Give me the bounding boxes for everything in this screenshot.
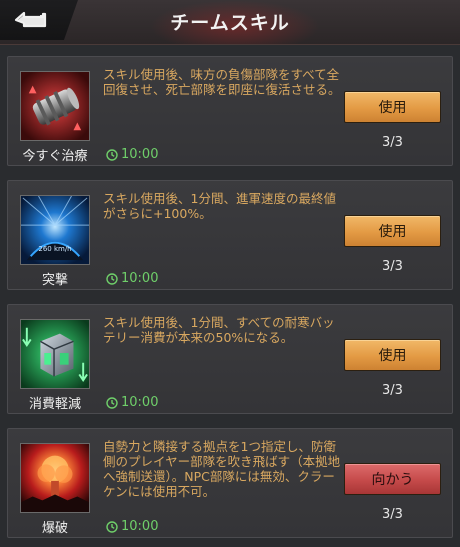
- timer-value: 10:00: [121, 395, 159, 410]
- battery-cube-icon: [20, 319, 90, 389]
- skill-description: 自勢力と隣接する拠点を1つ指定し、防衛側のプレイヤー部隊を吹き飛ばす（本拠地へ強…: [103, 439, 341, 499]
- clock-icon: [106, 396, 118, 409]
- cooldown-timer: 10:00: [106, 395, 158, 410]
- clock-icon: [106, 520, 118, 533]
- skill-name: 今すぐ治療: [22, 149, 88, 164]
- skill-description: スキル使用後、1分間、進軍速度の最終値がさらに+100%。: [103, 191, 336, 221]
- cooldown-timer: 10:00: [106, 147, 158, 162]
- use-button[interactable]: 使用: [344, 215, 441, 247]
- cooldown-timer: 10:00: [106, 271, 158, 286]
- skill-description: スキル使用後、1分間、すべての耐寒バッテリー消費が本来の50%になる。: [103, 315, 335, 345]
- uses-count: 3/3: [382, 259, 403, 274]
- repair-canister-icon: [20, 71, 90, 141]
- page-title: チームスキル: [170, 12, 290, 34]
- timer-value: 10:00: [121, 271, 159, 286]
- clock-icon: [106, 148, 118, 161]
- uses-count: 3/3: [382, 383, 403, 398]
- speedometer-icon: [20, 195, 90, 265]
- speedometer-readout: 260 km/h: [38, 245, 72, 253]
- uses-count: 3/3: [382, 507, 403, 522]
- use-button[interactable]: 使用: [344, 91, 441, 123]
- explosion-icon: [20, 443, 90, 513]
- timer-value: 10:00: [121, 147, 159, 162]
- skill-name: 消費軽減: [28, 397, 81, 412]
- skill-card: 260 km/h 突撃 スキル使用後、1分間、進軍速度の最終値がさらに+100%…: [7, 180, 453, 290]
- skill-card: 消費軽減 スキル使用後、1分間、すべての耐寒バッテリー消費が本来の50%になる。…: [7, 304, 453, 414]
- uses-count: 3/3: [382, 135, 403, 150]
- skill-card: 爆破 自勢力と隣接する拠点を1つ指定し、防衛側のプレイヤー部隊を吹き飛ばす（本拠…: [7, 428, 453, 538]
- timer-value: 10:00: [121, 519, 159, 534]
- header-bar: チームスキル: [0, 0, 460, 45]
- clock-icon: [106, 272, 118, 285]
- use-button[interactable]: 使用: [344, 339, 441, 371]
- skill-name: 突撃: [41, 273, 68, 288]
- skill-description: スキル使用後、味方の負傷部隊をすべて全回復させ、死亡部隊を即座に復活させる。: [103, 67, 341, 97]
- cooldown-timer: 10:00: [106, 519, 158, 534]
- skill-card: 今すぐ治療 スキル使用後、味方の負傷部隊をすべて全回復させ、死亡部隊を即座に復活…: [7, 56, 453, 166]
- skill-name: 爆破: [41, 521, 68, 536]
- go-button[interactable]: 向かう: [344, 463, 441, 495]
